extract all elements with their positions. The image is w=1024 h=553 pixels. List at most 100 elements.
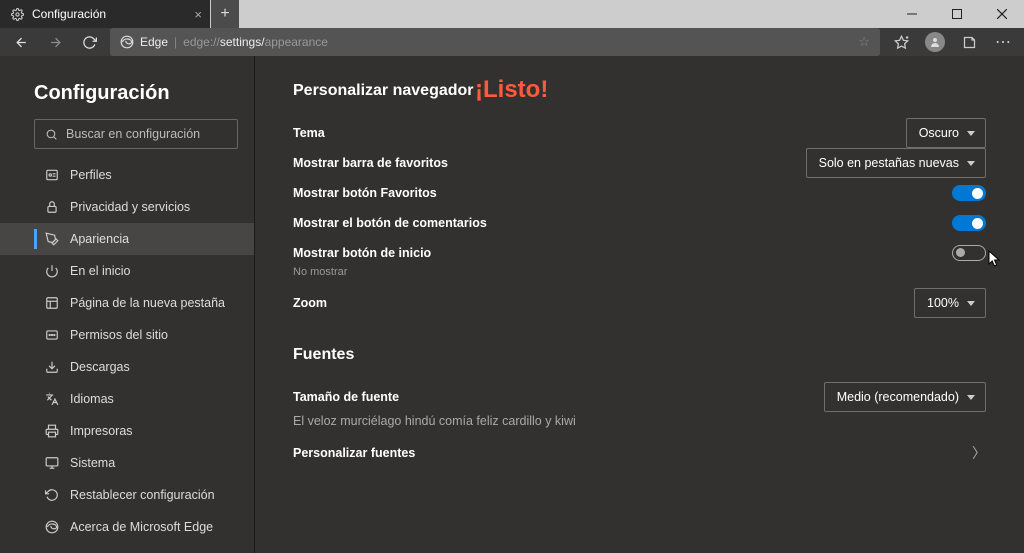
- forward-button[interactable]: [38, 35, 72, 50]
- sidebar-label: Permisos del sitio: [70, 328, 168, 342]
- settings-search-input[interactable]: Buscar en configuración: [34, 119, 238, 149]
- addr-separator: |: [174, 35, 177, 49]
- sidebar-item-downloads[interactable]: Descargas: [0, 351, 254, 383]
- sidebar-item-onstart[interactable]: En el inicio: [0, 255, 254, 287]
- sidebar-item-profiles[interactable]: Perfiles: [0, 159, 254, 191]
- globe-icon: [44, 392, 60, 406]
- sidebar-item-privacy[interactable]: Privacidad y servicios: [0, 191, 254, 223]
- gear-icon: [10, 7, 24, 21]
- sidebar-label: Página de la nueva pestaña: [70, 296, 225, 310]
- power-icon: [44, 264, 60, 278]
- download-icon: [44, 360, 60, 374]
- row-customfonts[interactable]: Personalizar fuentes 〉: [255, 438, 1024, 468]
- window-titlebar: Configuración × +: [0, 0, 1024, 28]
- edge-logo-icon: [120, 35, 134, 49]
- favbar-value: Solo en pestañas nuevas: [819, 156, 959, 170]
- sidebar-item-reset[interactable]: Restablecer configuración: [0, 479, 254, 511]
- brush-icon: [44, 232, 60, 246]
- sidebar-label: Privacidad y servicios: [70, 200, 190, 214]
- browser-tab[interactable]: Configuración ×: [0, 0, 210, 28]
- row-fontsize: Tamaño de fuente Medio (recomendado): [255, 382, 1024, 412]
- feedback-label: Mostrar el botón de comentarios: [293, 216, 487, 230]
- zoom-dropdown[interactable]: 100%: [914, 288, 986, 318]
- window-close-button[interactable]: [979, 0, 1024, 28]
- favbar-label: Mostrar barra de favoritos: [293, 156, 448, 170]
- browser-toolbar: Edge | edge://settings/appearance ☆ ⋯: [0, 28, 1024, 56]
- row-feedback: Mostrar el botón de comentarios: [255, 208, 1024, 238]
- monitor-icon: [44, 456, 60, 470]
- row-favbar: Mostrar barra de favoritos Solo en pesta…: [255, 148, 1024, 178]
- favbtn-label: Mostrar botón Favoritos: [293, 186, 437, 200]
- avatar-icon: [925, 32, 945, 52]
- zoom-label: Zoom: [293, 296, 327, 310]
- chevron-right-icon: 〉: [972, 445, 986, 461]
- sidebar-label: En el inicio: [70, 264, 130, 278]
- edge-icon: [44, 520, 60, 534]
- reset-icon: [44, 488, 60, 502]
- favorites-button[interactable]: [884, 35, 918, 50]
- favorite-star-icon[interactable]: ☆: [858, 34, 870, 50]
- section-personalize-heading: Personalizar navegador: [255, 82, 1024, 118]
- new-tab-button[interactable]: +: [211, 0, 239, 28]
- sidebar-label: Perfiles: [70, 168, 112, 182]
- sidebar-item-printers[interactable]: Impresoras: [0, 415, 254, 447]
- address-bar[interactable]: Edge | edge://settings/appearance ☆: [110, 28, 880, 56]
- sidebar-item-system[interactable]: Sistema: [0, 447, 254, 479]
- tab-title: Configuración: [32, 7, 106, 21]
- grid-icon: [44, 296, 60, 310]
- search-icon: [45, 128, 58, 141]
- favbar-dropdown[interactable]: Solo en pestañas nuevas: [806, 148, 986, 178]
- homebtn-label: Mostrar botón de inicio: [293, 246, 431, 260]
- sidebar-item-appearance[interactable]: Apariencia: [0, 223, 254, 255]
- fontsize-value: Medio (recomendado): [837, 390, 959, 404]
- font-sample-text: El veloz murciélago hindú comía feliz ca…: [255, 412, 1024, 434]
- favbtn-toggle[interactable]: [952, 185, 986, 201]
- sidebar-heading: Configuración: [0, 82, 254, 119]
- search-placeholder: Buscar en configuración: [66, 127, 200, 141]
- section-fonts-heading: Fuentes: [255, 346, 1024, 382]
- homebtn-sub: No mostrar: [255, 266, 1024, 284]
- customfonts-label: Personalizar fuentes: [293, 446, 415, 460]
- row-zoom: Zoom 100%: [255, 288, 1024, 318]
- sidebar-label: Impresoras: [70, 424, 133, 438]
- profile-icon: [44, 168, 60, 182]
- theme-label: Tema: [293, 126, 325, 140]
- fontsize-dropdown[interactable]: Medio (recomendado): [824, 382, 986, 412]
- addr-edge-label: Edge: [140, 35, 168, 49]
- refresh-button[interactable]: [72, 35, 106, 50]
- row-theme: Tema Oscuro: [255, 118, 1024, 148]
- sidebar-label: Idiomas: [70, 392, 114, 406]
- notes-button[interactable]: [952, 35, 986, 50]
- back-button[interactable]: [4, 35, 38, 50]
- zoom-value: 100%: [927, 296, 959, 310]
- sidebar-item-languages[interactable]: Idiomas: [0, 383, 254, 415]
- sidebar-label: Descargas: [70, 360, 130, 374]
- row-homebtn: Mostrar botón de inicio: [255, 238, 1024, 268]
- sidebar-label: Restablecer configuración: [70, 488, 215, 502]
- lock-icon: [44, 200, 60, 214]
- tab-close-icon[interactable]: ×: [194, 7, 202, 22]
- feedback-toggle[interactable]: [952, 215, 986, 231]
- theme-dropdown[interactable]: Oscuro: [906, 118, 986, 148]
- sidebar-item-siteperm[interactable]: Permisos del sitio: [0, 319, 254, 351]
- homebtn-toggle[interactable]: [952, 245, 986, 261]
- sidebar-nav: Perfiles Privacidad y servicios Aparienc…: [0, 159, 254, 543]
- settings-main: Personalizar navegador ¡Listo! Tema Oscu…: [255, 56, 1024, 553]
- window-minimize-button[interactable]: [889, 0, 934, 28]
- sidebar-item-about[interactable]: Acerca de Microsoft Edge: [0, 511, 254, 543]
- window-maximize-button[interactable]: [934, 0, 979, 28]
- row-favbtn: Mostrar botón Favoritos: [255, 178, 1024, 208]
- window-controls: [889, 0, 1024, 28]
- sidebar-label: Acerca de Microsoft Edge: [70, 520, 213, 534]
- addr-url: edge://settings/appearance: [183, 35, 328, 49]
- sidebar-item-newtab[interactable]: Página de la nueva pestaña: [0, 287, 254, 319]
- fontsize-label: Tamaño de fuente: [293, 390, 399, 404]
- shield-icon: [44, 328, 60, 342]
- theme-value: Oscuro: [919, 126, 959, 140]
- sidebar-label: Sistema: [70, 456, 115, 470]
- overlay-listo: ¡Listo!: [475, 76, 548, 104]
- profile-button[interactable]: [918, 32, 952, 52]
- settings-sidebar: Configuración Buscar en configuración Pe…: [0, 56, 255, 553]
- settings-page: Configuración Buscar en configuración Pe…: [0, 56, 1024, 553]
- menu-button[interactable]: ⋯: [986, 32, 1020, 52]
